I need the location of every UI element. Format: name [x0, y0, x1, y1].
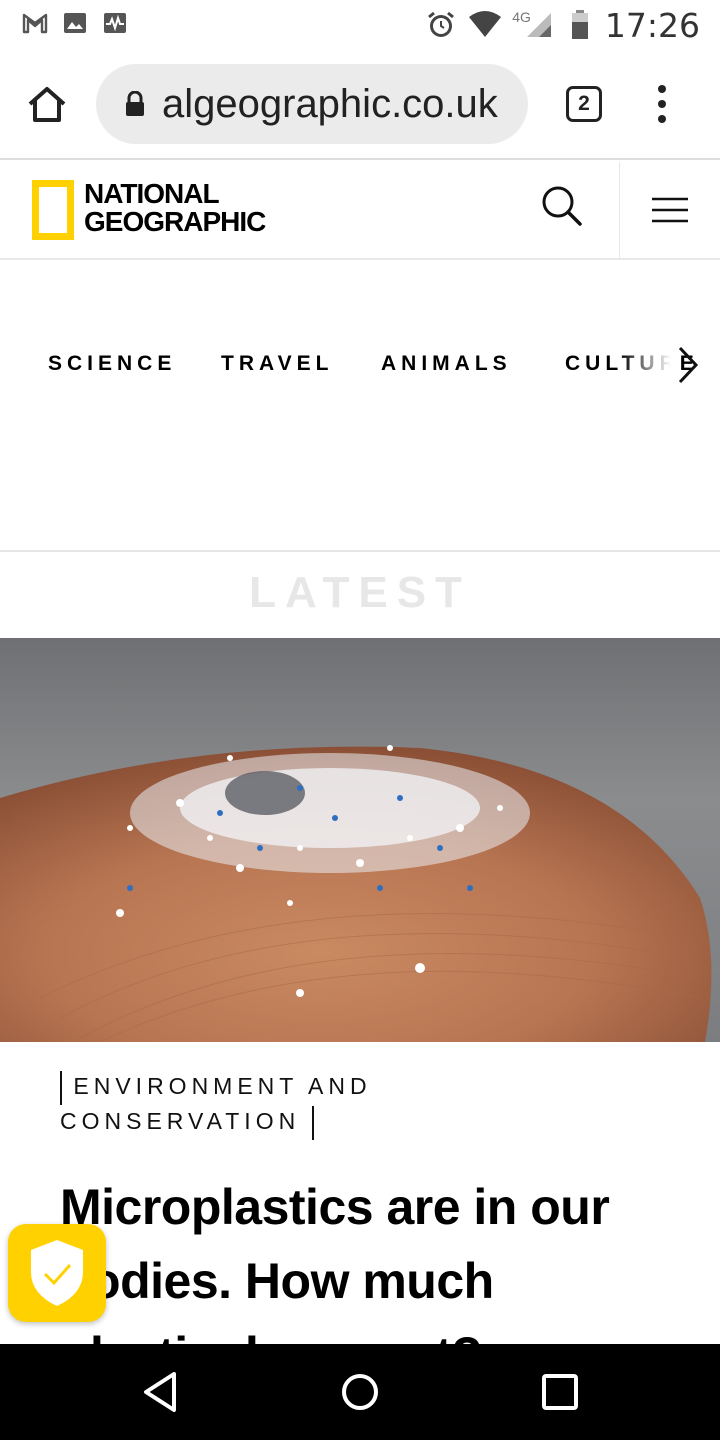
site-header: NATIONAL GEOGRAPHIC	[0, 162, 720, 260]
tab-switcher-button[interactable]: 2	[566, 86, 602, 122]
microplastics-on-fingertip-image	[0, 745, 712, 1042]
gmail-icon	[22, 10, 48, 36]
search-button[interactable]	[540, 184, 584, 228]
category-bar-right	[311, 1105, 314, 1140]
clock: 17:26	[604, 5, 700, 45]
network-type: 4G	[512, 9, 531, 25]
alarm-icon	[428, 11, 455, 37]
address-bar[interactable]: algeographic.co.uk	[96, 64, 528, 144]
home-icon	[28, 87, 66, 122]
battery-icon	[571, 10, 588, 39]
category-nav: SCIENCE TRAVEL ANIMALS CULTURE	[0, 330, 720, 400]
category-bar-left	[60, 1070, 62, 1105]
section-divider	[0, 550, 720, 552]
notification-icons	[22, 10, 128, 36]
article-image[interactable]	[0, 638, 720, 1042]
section-title: LATEST	[249, 568, 471, 617]
nav-fade	[620, 330, 680, 400]
search-icon	[542, 186, 582, 226]
nav-item-travel[interactable]: TRAVEL	[221, 352, 333, 376]
image-icon	[62, 10, 88, 36]
home-button[interactable]	[26, 84, 68, 126]
home-circle-icon[interactable]	[340, 1370, 380, 1414]
logo-yellow-border[interactable]	[32, 180, 74, 240]
url-text: algeographic.co.uk	[162, 82, 498, 126]
site-logo[interactable]: NATIONAL GEOGRAPHIC	[84, 178, 266, 237]
hamburger-icon	[652, 197, 688, 223]
status-bar: 4G 17:26	[0, 0, 720, 50]
more-vert-icon	[658, 85, 666, 123]
browser-toolbar: algeographic.co.uk 2	[0, 50, 720, 160]
browser-menu-button[interactable]	[650, 84, 674, 124]
activity-icon	[102, 10, 128, 36]
privacy-shield-button[interactable]	[8, 1224, 106, 1322]
lock-icon	[126, 91, 144, 116]
system-nav-bar	[0, 1344, 720, 1440]
recents-icon[interactable]	[541, 1372, 579, 1412]
logo-line1: NATIONAL	[84, 178, 220, 209]
header-divider	[619, 162, 620, 258]
wifi-icon	[469, 11, 502, 37]
nav-item-science[interactable]: SCIENCE	[48, 352, 176, 376]
chevron-right-icon[interactable]	[672, 344, 702, 386]
nav-item-animals[interactable]: ANIMALS	[381, 352, 512, 376]
site-menu-button[interactable]	[652, 196, 688, 224]
shield-check-icon	[31, 1240, 83, 1306]
logo-line2: GEOGRAPHIC	[84, 206, 266, 237]
article-category-text: ENVIRONMENT AND CONSERVATION	[60, 1073, 372, 1134]
back-icon[interactable]	[140, 1370, 180, 1414]
article-category[interactable]: ENVIRONMENT AND CONSERVATION	[60, 1070, 440, 1140]
